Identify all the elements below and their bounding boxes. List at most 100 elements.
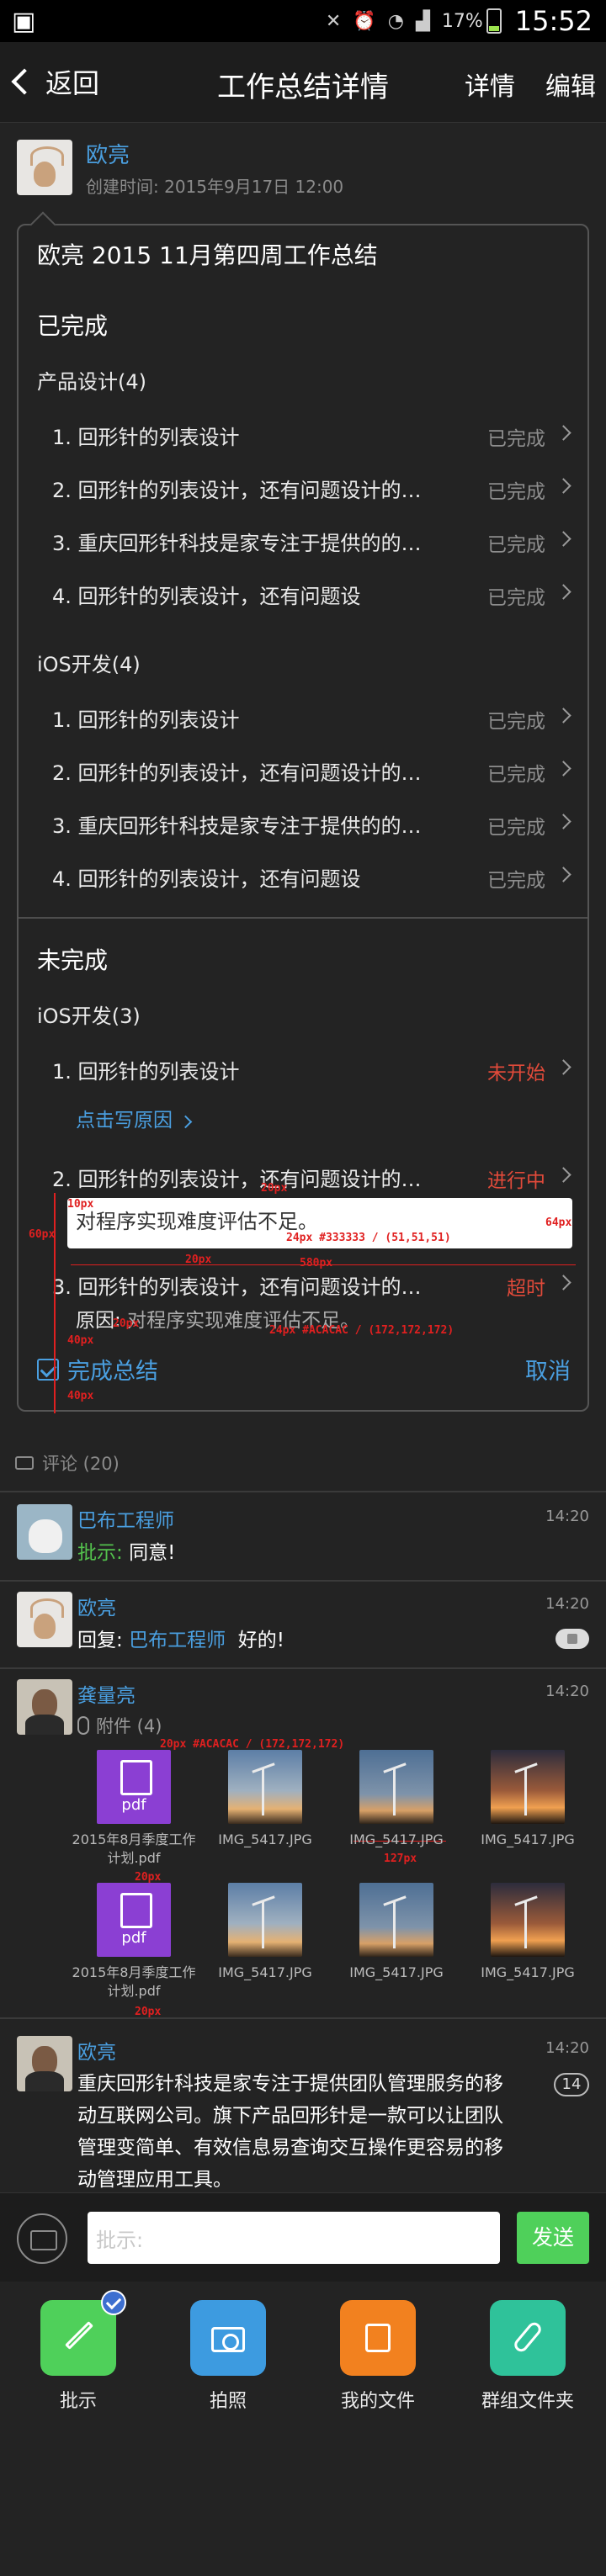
task-row[interactable]: 3. 重庆回形针科技是家专注于提供的的细... 已完成 [19,798,587,848]
detail-button[interactable]: 详情 [465,66,515,103]
task-row[interactable]: 2. 回形针的列表设计，还有问题设计的细... 已完成 [19,462,587,512]
annotation: 60px [29,1228,56,1241]
commenter-name[interactable]: 欧亮 [77,1592,116,1620]
task-row[interactable]: 1. 回形针的列表设计 未开始 [19,1043,587,1094]
comment-text: 同意! [129,1542,176,1564]
notification-icon: ▣ [12,7,36,36]
commenter-name[interactable]: 欧亮 [77,2036,116,2065]
task-row[interactable]: 2. 回形针的列表设计，还有问题设计的细... 进行中 [19,1151,587,1201]
back-button[interactable]: 返回 [11,62,100,101]
comment-count-label: 评论 (20) [42,1454,120,1474]
reply-prefix: 回复: [77,1630,130,1651]
chevron-right-icon [556,1275,571,1291]
summary-title: 欧亮 2015 11月第四周工作总结 [37,241,378,269]
task-status: 超时 [507,1278,545,1300]
file-type: pdf [121,1796,146,1814]
send-button[interactable]: 发送 [517,2212,589,2264]
edit-button[interactable]: 编辑 [545,66,596,103]
attachment-file[interactable]: pdf 2015年8月季度工作计划.pdf [71,1883,197,2001]
battery-percent: 17% [441,10,483,32]
task-text: 2. 回形针的列表设计，还有问题设计的细... [52,479,423,502]
task-status: 进行中 [487,1170,545,1192]
image-thumbnail [228,1883,302,1957]
like-badge[interactable] [556,1629,589,1649]
task-row[interactable]: 1. 回形针的列表设计 已完成 [19,692,587,742]
action-label: 批示 [59,2391,97,2412]
pencil-icon [40,2290,126,2376]
cancel-button[interactable]: 取消 [525,1353,571,1386]
chevron-right-icon [556,1167,571,1183]
section-divider [19,917,587,919]
avatar[interactable] [17,2036,72,2091]
comment-count: 评论 (20) [15,1450,120,1476]
annotation: 64px [545,1216,572,1229]
comment-line: 动管理应用工具。 [77,2169,232,2191]
avatar[interactable] [17,1679,72,1735]
comment-item: 巴布工程师 14:20 批示: 同意! [0,1504,606,1580]
comment-line: 重庆回形针科技是家专注于提供团队管理服务的移 [77,2073,503,2095]
action-camera[interactable]: 拍照 [165,2300,291,2413]
write-reason-link[interactable]: 点击写原因 [76,1104,193,1132]
commenter-name[interactable]: 巴布工程师 [77,1504,174,1533]
annotation: 580px [300,1257,333,1269]
attachment-count: 附件 (4) [96,1716,162,1736]
action-my-files[interactable]: 我的文件 [315,2300,441,2413]
action-group-folder[interactable]: 群组文件夹 [465,2300,591,2413]
write-reason-label: 点击写原因 [76,1110,173,1132]
image-thumbnail [228,1750,302,1824]
mention-link[interactable]: 巴布工程师 [129,1630,226,1651]
divider [0,1667,606,1669]
keyboard-toggle-button[interactable] [17,2213,67,2264]
chevron-left-icon [11,68,38,95]
done-section-title: 已完成 [37,312,109,340]
avatar[interactable] [17,140,72,195]
attachment-file[interactable]: IMG_5417.JPG [202,1883,328,1982]
annotation-line [71,1264,576,1265]
task-row[interactable]: 1. 回形针的列表设计 已完成 [19,409,587,459]
input-bar: 批示: 发送 [0,2192,606,2282]
reply-count-badge[interactable]: 14 [554,2073,589,2096]
pdf-icon: pdf [97,1883,171,1957]
author-header: 欧亮 创建时间: 2015年9月17日 12:00 [0,123,606,215]
action-approve[interactable]: 批示 [15,2290,141,2413]
created-time: 创建时间: 2015年9月17日 12:00 [86,177,344,197]
task-status: 已完成 [487,481,545,503]
wifi-icon: ◔ [387,10,404,32]
back-label: 返回 [45,67,100,99]
document-icon [340,2300,416,2376]
task-text: 3. 回形针的列表设计，还有问题设计的细... [52,1275,423,1299]
comment-time: 14:20 [545,2039,589,2057]
task-status: 已完成 [487,764,545,786]
annotation: 20px [113,1317,140,1330]
action-tray: 批示 拍照 我的文件 群组文件夹 [0,2282,606,2576]
annotation: 10px [67,1198,94,1211]
task-text: 3. 重庆回形针科技是家专注于提供的的细... [52,532,423,555]
task-row[interactable]: 3. 重庆回形针科技是家专注于提供的的细... 已完成 [19,515,587,565]
checkbox-icon[interactable] [37,1358,59,1381]
commenter-name[interactable]: 龚量亮 [77,1679,136,1708]
attachment-file[interactable]: IMG_5417.JPG [333,1883,460,1982]
attachment-file[interactable]: IMG_5417.JPG [465,1883,591,1982]
attachment-file[interactable]: IMG_5417.JPG [333,1750,460,1849]
task-row[interactable]: 2. 回形针的列表设计，还有问题设计的细... 已完成 [19,745,587,795]
task-status: 已完成 [487,534,545,556]
attachment-file[interactable]: pdf 2015年8月季度工作计划.pdf [71,1750,197,1868]
attachment-file[interactable]: IMG_5417.JPG [465,1750,591,1849]
divider [0,1580,606,1582]
task-status: 已完成 [487,711,545,733]
author-name[interactable]: 欧亮 [86,138,130,169]
comment-line: 动互联网公司。旗下产品回形针是一款可以让团队 [77,2105,503,2127]
avatar[interactable] [17,1592,72,1647]
camera-icon [190,2300,266,2376]
file-type: pdf [121,1929,146,1947]
annotation: 20px [261,1182,288,1195]
task-row[interactable]: 4. 回形针的列表设计，还有问题设 已完成 [19,568,587,618]
task-row[interactable]: 4. 回形针的列表设计，还有问题设 已完成 [19,851,587,901]
chevron-right-icon [556,478,571,494]
attachment-file[interactable]: IMG_5417.JPG [202,1750,328,1849]
comment-input[interactable]: 批示: [88,2212,500,2264]
attachment-label: 附件 (4) [77,1713,162,1738]
file-name: IMG_5417.JPG [218,1964,312,1980]
avatar[interactable] [17,1504,72,1560]
annotation: 40px [67,1334,94,1347]
